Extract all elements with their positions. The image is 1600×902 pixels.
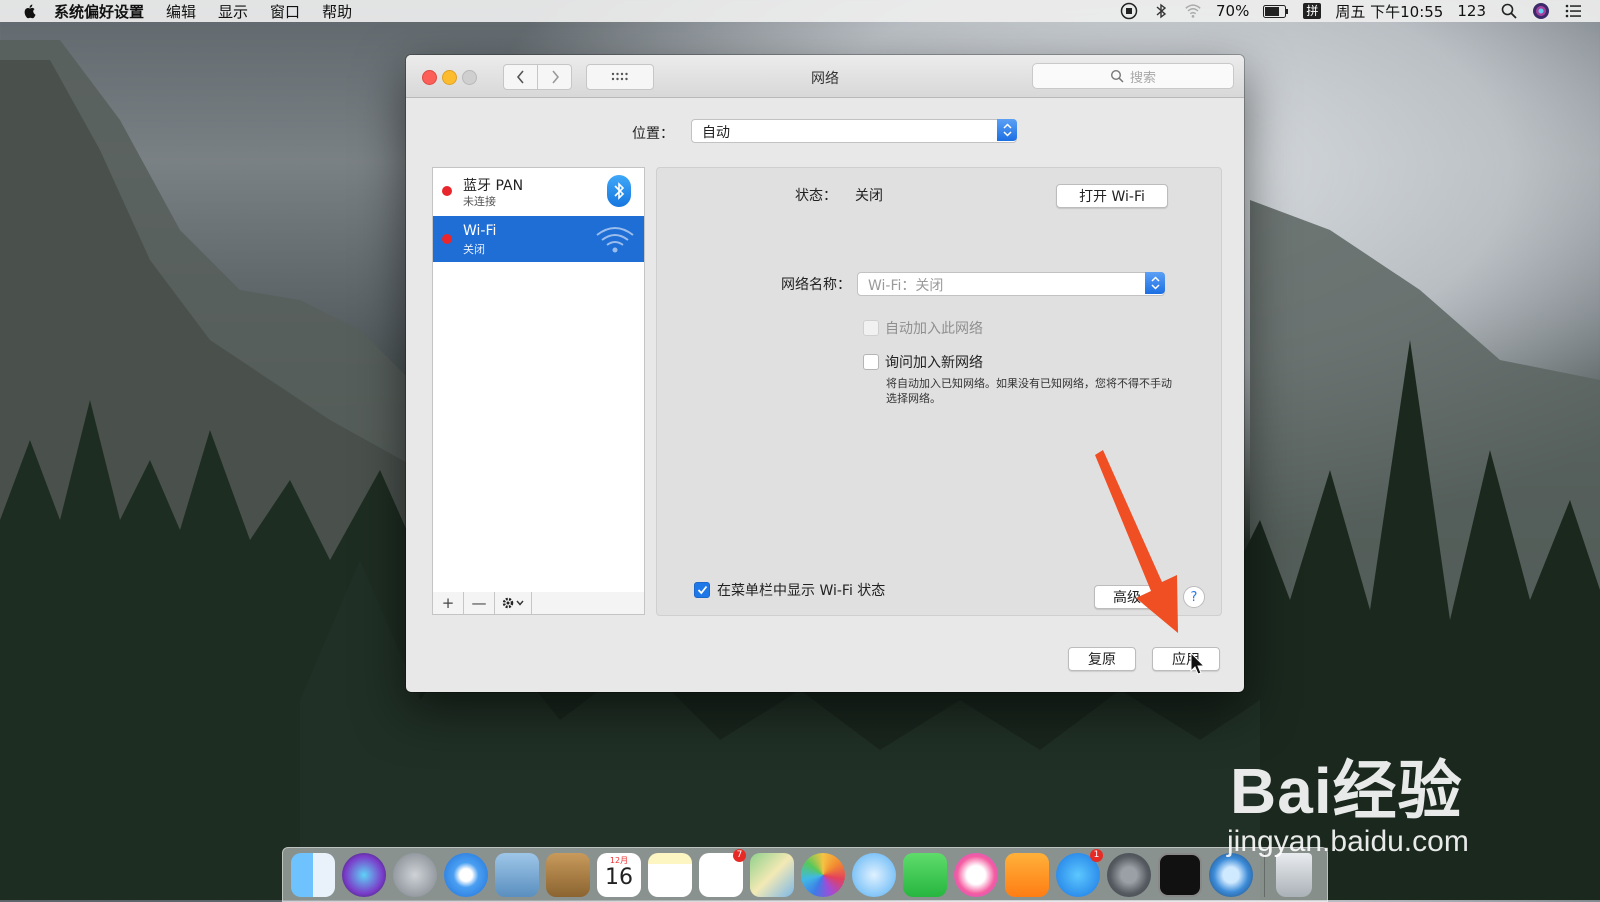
ask-join-note: 将自动加入已知网络。如果没有已知网络，您将不得不手动选择网络。: [886, 377, 1172, 405]
wifi-icon: [596, 227, 634, 253]
service-list-toolbar: + —: [432, 592, 645, 615]
service-name: Wi-Fi: [463, 223, 497, 239]
turn-on-wifi-button[interactable]: 打开 Wi-Fi: [1056, 184, 1168, 208]
service-item-bluetooth-pan[interactable]: 蓝牙 PAN 未连接: [433, 168, 644, 214]
help-button[interactable]: ?: [1183, 586, 1205, 608]
system-preferences-icon[interactable]: [1107, 852, 1151, 897]
reminders-icon[interactable]: 7: [699, 848, 746, 897]
watermark-brand: Bai经验: [1230, 755, 1463, 827]
search-icon: [1110, 69, 1124, 83]
add-service-button[interactable]: +: [433, 592, 464, 614]
spotlight-search-icon[interactable]: [1500, 2, 1518, 20]
service-item-wifi[interactable]: Wi-Fi 关闭: [433, 216, 644, 262]
finder-icon[interactable]: [291, 852, 335, 897]
service-actions-button[interactable]: [495, 592, 532, 614]
menu-edit[interactable]: 编辑: [166, 1, 196, 22]
wifi-detail-panel: 状态： 关闭 打开 Wi-Fi 网络名称： Wi-Fi：关闭 自动加入此网络 询…: [656, 167, 1222, 616]
status-value: 关闭: [855, 188, 883, 204]
show-wifi-status-label: 在菜单栏中显示 Wi-Fi 状态: [717, 583, 886, 599]
advanced-button[interactable]: 高级: [1094, 585, 1160, 609]
location-label: 位置：: [632, 126, 674, 142]
quicktime-icon[interactable]: [1209, 852, 1253, 897]
screen-record-icon[interactable]: [1120, 2, 1138, 20]
ask-join-checkbox[interactable]: [863, 354, 879, 370]
auto-join-checkbox[interactable]: [863, 320, 879, 336]
network-name-value: Wi-Fi：关闭: [868, 278, 944, 294]
siri-dock-icon[interactable]: [342, 852, 386, 897]
contacts-icon[interactable]: [546, 852, 590, 897]
service-status-dot: [442, 234, 452, 244]
location-value: 自动: [702, 125, 730, 141]
service-status: 未连接: [463, 195, 496, 208]
search-field[interactable]: 搜索: [1032, 63, 1234, 89]
itunes-icon[interactable]: [954, 852, 998, 897]
baidu-watermark: Bai经验 jingyan.baidu.com: [1227, 740, 1469, 858]
auto-join-label: 自动加入此网络: [885, 321, 983, 337]
status-label: 状态：: [795, 188, 837, 204]
menubar-user[interactable]: 123: [1457, 2, 1486, 20]
remove-service-button[interactable]: —: [464, 592, 495, 614]
bluetooth-status-icon[interactable]: [1152, 2, 1170, 20]
calendar-day: 16: [605, 864, 633, 890]
network-service-list: 蓝牙 PAN 未连接 Wi-Fi 关闭: [432, 167, 645, 593]
checkmark-icon: [697, 585, 707, 595]
location-stepper[interactable]: [997, 119, 1017, 141]
service-status: 关闭: [463, 243, 485, 256]
reminders-badge: 7: [733, 848, 746, 862]
menu-window[interactable]: 窗口: [270, 1, 300, 22]
menu-bar: 系统偏好设置 编辑 显示 窗口 帮助 70% 拼 周五 下午10:55 123: [0, 0, 1600, 22]
location-select[interactable]: 自动: [691, 119, 1017, 143]
photos-icon[interactable]: [801, 852, 845, 897]
service-name: 蓝牙 PAN: [463, 178, 524, 194]
window-titlebar[interactable]: 网络 搜索: [406, 55, 1244, 98]
safari-icon[interactable]: [444, 852, 488, 897]
calendar-month: 12月: [609, 855, 629, 865]
launchpad-icon[interactable]: [393, 852, 437, 897]
calendar-icon[interactable]: 12月 16: [597, 852, 641, 897]
battery-percent: 70%: [1216, 2, 1250, 20]
battery-icon[interactable]: [1263, 4, 1289, 18]
menu-app-name[interactable]: 系统偏好设置: [54, 1, 144, 22]
trash-icon[interactable]: [1276, 852, 1312, 897]
facetime-icon[interactable]: [903, 852, 947, 897]
apple-logo-icon[interactable]: [22, 3, 38, 19]
notes-icon[interactable]: [648, 852, 692, 897]
dock: 12月 16 7 1: [282, 847, 1328, 902]
menubar-clock[interactable]: 周五 下午10:55: [1335, 1, 1443, 22]
network-name-select[interactable]: Wi-Fi：关闭: [857, 272, 1165, 296]
app-store-badge: 1: [1090, 848, 1103, 862]
ibooks-icon[interactable]: [1005, 852, 1049, 897]
apply-button[interactable]: 应用: [1152, 647, 1220, 671]
app-store-icon[interactable]: 1: [1056, 848, 1103, 897]
dock-separator: [1264, 852, 1265, 897]
notification-center-icon[interactable]: [1564, 2, 1582, 20]
activity-monitor-icon[interactable]: [1158, 852, 1202, 897]
messages-icon[interactable]: [852, 852, 896, 897]
ask-join-label: 询问加入新网络: [885, 355, 983, 371]
menu-view[interactable]: 显示: [218, 1, 248, 22]
network-name-stepper[interactable]: [1145, 272, 1165, 294]
bluetooth-icon: [607, 175, 631, 207]
menu-help[interactable]: 帮助: [322, 1, 352, 22]
updown-arrow-icon: [1150, 276, 1160, 290]
maps-icon[interactable]: [750, 852, 794, 897]
revert-button[interactable]: 复原: [1068, 647, 1136, 671]
siri-icon[interactable]: [1532, 2, 1550, 20]
network-name-label: 网络名称：: [781, 277, 851, 293]
show-wifi-status-checkbox[interactable]: [694, 582, 710, 598]
mail-icon[interactable]: [495, 852, 539, 897]
search-placeholder: 搜索: [1129, 70, 1156, 86]
updown-arrow-icon: [1002, 123, 1012, 137]
gear-icon: [502, 597, 524, 609]
wifi-status-icon[interactable]: [1184, 2, 1202, 20]
service-status-dot: [442, 186, 452, 196]
watermark-url: jingyan.baidu.com: [1227, 825, 1469, 858]
network-preferences-window: 网络 搜索 位置： 自动 蓝牙 PAN 未连接 Wi-Fi 关闭 + — 状态：…: [406, 55, 1244, 692]
input-method-indicator[interactable]: 拼: [1303, 3, 1322, 19]
